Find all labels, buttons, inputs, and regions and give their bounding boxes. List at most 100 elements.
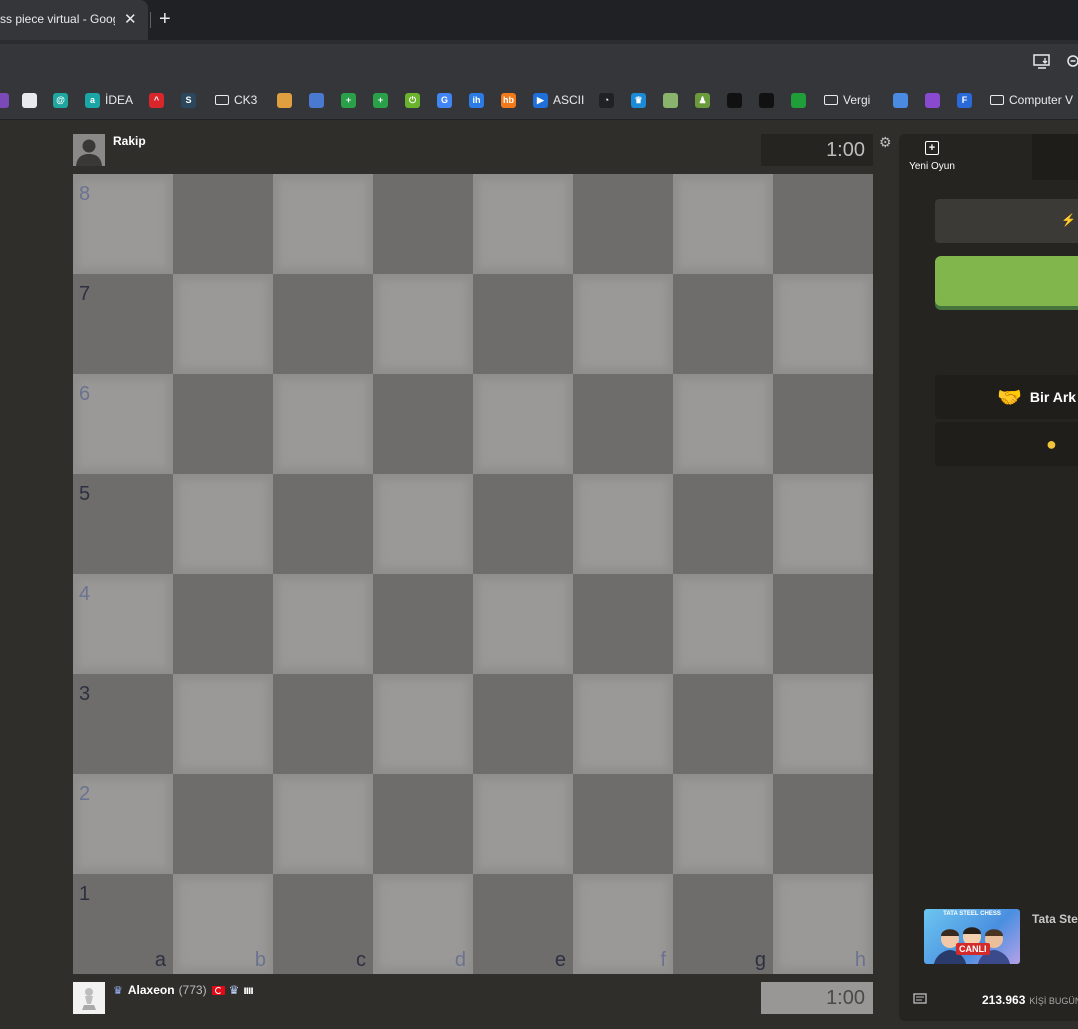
time-control-select[interactable]: ⚡ [935,199,1078,243]
square-h1[interactable]: h [773,874,873,974]
bookmark-9[interactable]: + [341,91,356,109]
bookmark-16[interactable]: ◔ [599,91,614,109]
board-settings-gear-icon[interactable]: ⚙ [879,134,892,151]
chess-board[interactable]: 87654321abcdefgh [73,174,873,974]
square-b7[interactable] [173,274,273,374]
square-g3[interactable] [673,674,773,774]
bookmark-19[interactable]: ♟ [695,91,710,109]
bookmark-22[interactable] [791,91,806,109]
square-f6[interactable] [573,374,673,474]
play-button[interactable] [935,256,1078,306]
square-f8[interactable] [573,174,673,274]
bookmark-17[interactable]: ♛ [631,91,646,109]
bookmark-20[interactable] [727,91,742,109]
tab-games[interactable] [1032,134,1078,180]
square-e6[interactable] [473,374,573,474]
bookmark-26[interactable]: F [957,91,972,109]
bookmark-24[interactable] [893,91,908,109]
play-friend-button[interactable]: 🤝 Bir Ark [935,375,1078,419]
bookmark-2[interactable]: @ [53,91,68,109]
tab-close-icon[interactable]: ✕ [124,10,137,28]
square-h4[interactable] [773,574,873,674]
square-e3[interactable] [473,674,573,774]
square-b1[interactable]: b [173,874,273,974]
bookmark-12[interactable]: G [437,91,452,109]
square-g6[interactable] [673,374,773,474]
square-a8[interactable]: 8 [73,174,173,274]
square-c3[interactable] [273,674,373,774]
square-a2[interactable]: 2 [73,774,173,874]
square-h3[interactable] [773,674,873,774]
square-a4[interactable]: 4 [73,574,173,674]
square-h5[interactable] [773,474,873,574]
bookmark-11[interactable]: ⏻ [405,91,420,109]
bookmark-21[interactable] [759,91,774,109]
square-f7[interactable] [573,274,673,374]
bookmark-27[interactable]: Computer V [990,91,1073,109]
bookmark-8[interactable] [309,91,324,109]
bookmark-0[interactable] [0,91,9,109]
square-d8[interactable] [373,174,473,274]
bookmark-18[interactable] [663,91,678,109]
square-c5[interactable] [273,474,373,574]
player-name[interactable]: Alaxeon [128,983,175,997]
bookmark-7[interactable] [277,91,292,109]
opponent-name[interactable]: Rakip [113,134,146,148]
bookmark-15[interactable]: ▶ ASCII [533,91,584,109]
square-d5[interactable] [373,474,473,574]
square-c4[interactable] [273,574,373,674]
new-tab-button[interactable]: + [159,8,171,31]
bookmark-14[interactable]: hb [501,91,516,109]
square-e7[interactable] [473,274,573,374]
square-e1[interactable]: e [473,874,573,974]
square-f3[interactable] [573,674,673,774]
live-event-title[interactable]: Tata Ste [1032,912,1078,926]
square-f2[interactable] [573,774,673,874]
bookmark-5[interactable]: S [181,91,196,109]
square-h8[interactable] [773,174,873,274]
install-app-icon[interactable] [1033,54,1051,74]
square-g1[interactable]: g [673,874,773,974]
square-e5[interactable] [473,474,573,574]
square-b5[interactable] [173,474,273,574]
square-d6[interactable] [373,374,473,474]
square-e2[interactable] [473,774,573,874]
bookmark-23[interactable]: Vergi [824,91,870,109]
chat-icon[interactable] [913,993,927,1008]
bookmark-10[interactable]: + [373,91,388,109]
square-b2[interactable] [173,774,273,874]
square-a1[interactable]: 1a [73,874,173,974]
zoom-icon[interactable] [1066,54,1078,74]
square-g7[interactable] [673,274,773,374]
square-h2[interactable] [773,774,873,874]
square-b4[interactable] [173,574,273,674]
square-e4[interactable] [473,574,573,674]
square-g2[interactable] [673,774,773,874]
live-event-thumbnail[interactable]: TATA STEEL CHESS CANLI [924,909,1020,964]
bookmark-13[interactable]: ih [469,91,484,109]
square-a6[interactable]: 6 [73,374,173,474]
square-f5[interactable] [573,474,673,574]
square-d3[interactable] [373,674,473,774]
square-d4[interactable] [373,574,473,674]
square-f4[interactable] [573,574,673,674]
square-d1[interactable]: d [373,874,473,974]
bookmark-1[interactable] [22,91,37,109]
tab-new-game[interactable]: + Yeni Oyun [899,134,965,180]
square-c1[interactable]: c [273,874,373,974]
square-c7[interactable] [273,274,373,374]
square-a5[interactable]: 5 [73,474,173,574]
square-a3[interactable]: 3 [73,674,173,774]
square-g4[interactable] [673,574,773,674]
bookmark-25[interactable] [925,91,940,109]
square-c8[interactable] [273,174,373,274]
square-h7[interactable] [773,274,873,374]
square-g8[interactable] [673,174,773,274]
browser-tab[interactable]: ss piece virtual - Goog ✕ [0,0,148,40]
square-g5[interactable] [673,474,773,574]
square-b8[interactable] [173,174,273,274]
square-d7[interactable] [373,274,473,374]
square-b3[interactable] [173,674,273,774]
bookmark-4[interactable]: ^ [149,91,164,109]
square-c6[interactable] [273,374,373,474]
